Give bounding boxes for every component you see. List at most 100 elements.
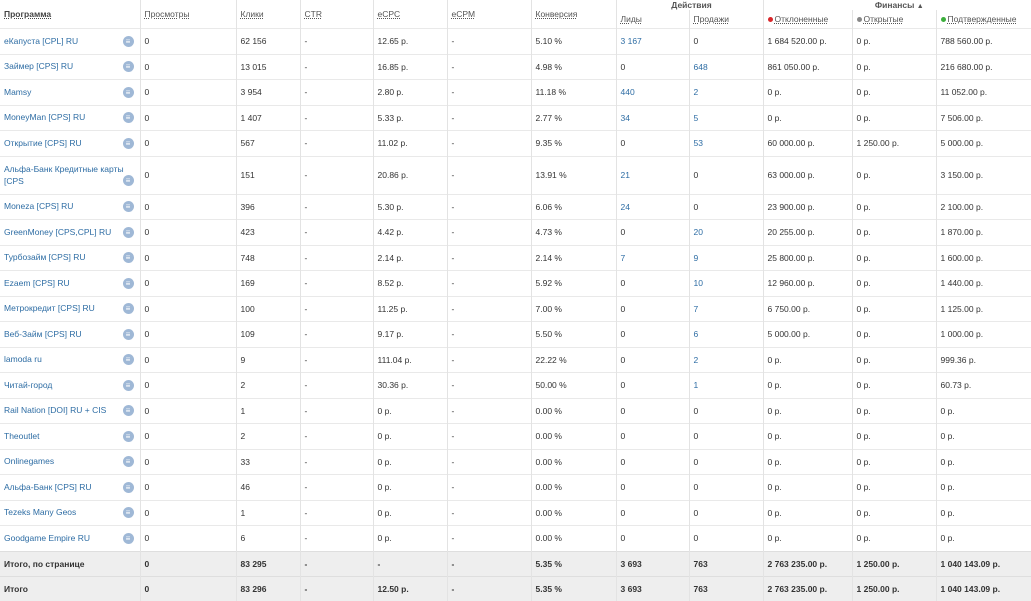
sales-cell[interactable]: 648: [688, 53, 764, 80]
program-link[interactable]: Goodgame Empire RU: [4, 533, 90, 543]
program-info-icon[interactable]: ≡: [122, 507, 134, 519]
program-link[interactable]: Турбозайм [CPS] RU: [4, 252, 86, 262]
program-info-icon[interactable]: ≡: [122, 532, 134, 544]
leads-cell[interactable]: 24: [615, 193, 689, 220]
program-link[interactable]: Onlinegames: [4, 456, 54, 466]
clicks-cell: 151: [235, 155, 300, 194]
ecpc-cell: 0 р.: [372, 474, 447, 500]
program-info-icon[interactable]: ≡: [122, 137, 134, 149]
col-views[interactable]: Просмотры: [139, 0, 236, 29]
views-cell: 0: [139, 474, 236, 500]
program-link[interactable]: Tezeks Many Geos: [4, 507, 76, 517]
sales-cell[interactable]: 2: [688, 79, 764, 105]
sales-cell[interactable]: 6: [688, 321, 764, 347]
col-ctr[interactable]: CTR: [299, 0, 373, 29]
program-info-icon[interactable]: ≡: [122, 405, 134, 417]
leads-cell[interactable]: 3 167: [615, 28, 689, 54]
leads-cell: 0: [615, 397, 689, 424]
col-conversion[interactable]: Конверсия: [530, 0, 616, 29]
ecpm-cell: -: [446, 474, 531, 500]
program-cell: Ezaem [CPS] RU ≡: [0, 270, 140, 296]
col-ecpm[interactable]: eCPM: [446, 0, 531, 29]
program-link[interactable]: Веб-Займ [CPS] RU: [4, 329, 82, 339]
group-finance[interactable]: Финансы ▲: [762, 0, 1031, 10]
confirmed-cell: 0 р.: [935, 397, 1031, 424]
program-info-icon[interactable]: ≡: [122, 61, 134, 73]
confirmed-cell: 60.73 р.: [935, 372, 1031, 398]
program-info-icon[interactable]: ≡: [122, 430, 134, 442]
program-link[interactable]: Rail Nation [DOI] RU + CIS: [4, 405, 106, 415]
col-open[interactable]: Открытые: [851, 10, 937, 29]
program-cell: eКапуста [CPL] RU ≡: [0, 28, 140, 54]
leads-cell[interactable]: 7: [615, 244, 689, 271]
program-info-icon[interactable]: ≡: [122, 112, 134, 124]
col-program[interactable]: Программа: [0, 0, 140, 29]
leads-cell: 0: [615, 372, 689, 398]
program-cell: Onlinegames ≡: [0, 448, 140, 475]
leads-cell: 0: [615, 525, 689, 551]
program-link[interactable]: Theoutlet: [4, 431, 39, 441]
col-clicks[interactable]: Клики: [235, 0, 300, 29]
program-link[interactable]: MoneyMan [CPS] RU: [4, 112, 85, 122]
views-cell: 0: [139, 499, 236, 526]
program-cell: Theoutlet ≡: [0, 423, 140, 449]
col-ecpc[interactable]: eCPC: [372, 0, 447, 29]
program-link[interactable]: GreenMoney [CPS,CPL] RU: [4, 227, 111, 237]
clicks-cell: 33: [235, 448, 300, 475]
leads-cell[interactable]: 34: [615, 104, 689, 131]
sales-cell[interactable]: 53: [688, 130, 764, 156]
sales-cell[interactable]: 10: [688, 270, 764, 296]
col-sales[interactable]: Продажи: [688, 10, 764, 29]
ecpc-cell: 11.25 р.: [372, 295, 447, 322]
sales-cell[interactable]: 1: [688, 372, 764, 398]
sales-cell[interactable]: 5: [688, 104, 764, 131]
program-info-icon[interactable]: ≡: [122, 456, 134, 468]
program-info-icon[interactable]: ≡: [122, 379, 134, 391]
ctr-cell: -: [299, 448, 373, 475]
program-link[interactable]: Mamsy: [4, 87, 31, 97]
program-info-icon[interactable]: ≡: [122, 354, 134, 366]
sales-cell[interactable]: 2: [688, 346, 764, 373]
program-info-icon[interactable]: ≡: [122, 328, 134, 340]
conversion-cell: 0.00 %: [530, 525, 616, 551]
program-info-icon[interactable]: ≡: [122, 35, 134, 47]
program-link[interactable]: Займер [CPS] RU: [4, 61, 73, 71]
table-row: Tezeks Many Geos ≡ 0 1-0 р. -0.00 % 0 0 0 р. 0 …: [0, 499, 1031, 526]
leads-cell[interactable]: 21: [615, 155, 689, 194]
sales-cell[interactable]: 9: [688, 244, 764, 271]
program-link[interactable]: Метрокредит [CPS] RU: [4, 303, 95, 313]
program-info-icon[interactable]: ≡: [122, 201, 134, 213]
col-rejected[interactable]: Отклоненные: [762, 10, 853, 29]
program-link[interactable]: Ezaem [CPS] RU: [4, 278, 70, 288]
col-confirmed[interactable]: Подтвержденные: [935, 10, 1031, 29]
program-info-icon[interactable]: ≡: [122, 175, 134, 186]
program-cell: Альфа-Банк [CPS] RU ≡: [0, 474, 140, 500]
program-link[interactable]: Альфа-Банк Кредитные карты [CPS: [4, 164, 124, 186]
table-row: Mamsy ≡ 0 3 954-2.80 р. -11.18 % 440 2 0 р. 0 р…: [0, 79, 1031, 105]
leads-cell[interactable]: 440: [615, 79, 689, 105]
ecpc-cell: 4.42 р.: [372, 219, 447, 245]
program-link[interactable]: lamoda ru: [4, 354, 42, 364]
program-link[interactable]: Открытие [CPS] RU: [4, 138, 82, 148]
ecpm-cell: -: [446, 28, 531, 54]
conversion-cell: 0.00 %: [530, 474, 616, 500]
sales-cell[interactable]: 7: [688, 295, 764, 322]
program-info-icon[interactable]: ≡: [122, 481, 134, 493]
ecpm-cell: -: [446, 346, 531, 373]
program-info-icon[interactable]: ≡: [122, 277, 134, 289]
program-link[interactable]: Альфа-Банк [CPS] RU: [4, 482, 92, 492]
program-link[interactable]: eКапуста [CPL] RU: [4, 36, 78, 46]
program-info-icon[interactable]: ≡: [122, 226, 134, 238]
col-leads[interactable]: Лиды: [615, 10, 689, 29]
program-info-icon[interactable]: ≡: [122, 252, 134, 264]
clicks-cell: 100: [235, 295, 300, 322]
ecpc-cell: 9.17 р.: [372, 321, 447, 347]
sales-cell[interactable]: 20: [688, 219, 764, 245]
confirmed-cell: 1 000.00 р.: [935, 321, 1031, 347]
ctr-cell: -: [299, 244, 373, 271]
program-info-icon[interactable]: ≡: [122, 86, 134, 98]
program-info-icon[interactable]: ≡: [122, 303, 134, 315]
program-link[interactable]: Moneza [CPS] RU: [4, 201, 73, 211]
confirmed-cell: 1 870.00 р.: [935, 219, 1031, 245]
program-link[interactable]: Читай-город: [4, 380, 52, 390]
